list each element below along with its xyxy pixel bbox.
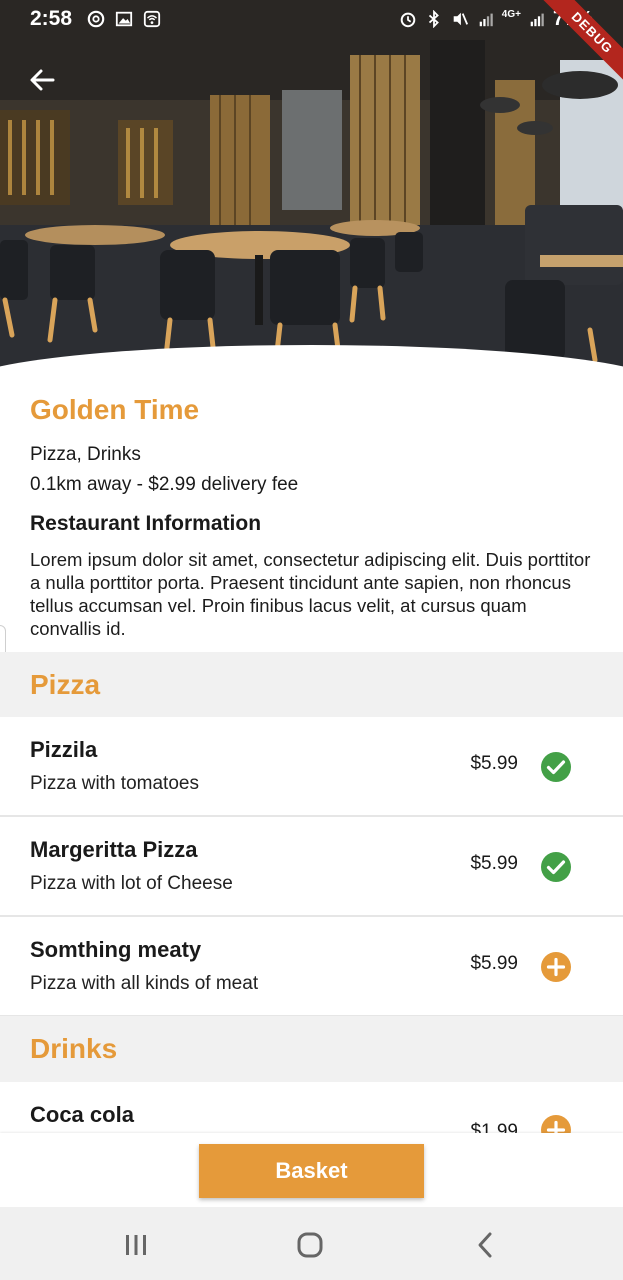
- distance-delivery-fee: 0.1km away - $2.99 delivery fee: [30, 474, 299, 495]
- home-icon: [297, 1232, 323, 1258]
- menu-item-description: Pizza with lot of Cheese: [30, 873, 233, 894]
- check-circle-icon[interactable]: [540, 751, 572, 783]
- restaurant-categories: Pizza, Drinks: [30, 444, 141, 465]
- menu-item-name: Somthing meaty: [30, 937, 202, 962]
- menu-item-price: $5.99: [470, 953, 518, 974]
- status-time: 2:58: [30, 7, 73, 30]
- menu-item-description: Pizza with all kinds of meat: [30, 973, 259, 994]
- menu-item[interactable]: Somthing meaty Pizza with all kinds of m…: [0, 917, 623, 1017]
- nav-back-button[interactable]: [455, 1225, 515, 1265]
- signal-icon: [530, 13, 544, 27]
- menu-item[interactable]: Pizzila Pizza with tomatoes $5.99: [0, 717, 623, 817]
- at-sign-icon: [87, 10, 105, 28]
- add-circle-icon[interactable]: [540, 951, 572, 983]
- menu-item-price: $5.99: [470, 853, 518, 874]
- alarm-icon: [400, 12, 416, 28]
- bluetooth-icon: [428, 10, 439, 28]
- restaurant-name: Golden Time: [30, 394, 200, 425]
- back-button[interactable]: [22, 60, 62, 100]
- menu-item[interactable]: Margeritta Pizza Pizza with lot of Chees…: [0, 817, 623, 917]
- menu-item-name: Coca cola: [30, 1102, 134, 1127]
- mute-icon: [453, 12, 468, 26]
- network-type: 4G+: [501, 8, 521, 20]
- check-circle-icon[interactable]: [540, 851, 572, 883]
- menu-item-description: Pizza with tomatoes: [30, 773, 199, 794]
- home-button[interactable]: [280, 1225, 340, 1265]
- arrow-back-icon: [30, 69, 55, 91]
- restaurant-description: Lorem ipsum dolor sit amet, consectetur …: [30, 549, 591, 639]
- section-header-drinks: Drinks: [0, 1016, 623, 1082]
- recent-apps-button[interactable]: [106, 1225, 166, 1265]
- restaurant-info-heading: Restaurant Information: [30, 512, 262, 535]
- restaurant-info: Golden Time Pizza, Drinks 0.1km away - $…: [0, 378, 623, 640]
- section-header-pizza: Pizza: [0, 652, 623, 718]
- basket-button[interactable]: Basket: [199, 1144, 424, 1198]
- basket-bar: Basket: [0, 1133, 623, 1207]
- status-bar: 2:58 4G+ 77%: [0, 0, 623, 38]
- image-icon: [115, 11, 133, 27]
- menu-item-name: Pizzila: [30, 737, 98, 762]
- menu-item-name: Margeritta Pizza: [30, 837, 198, 862]
- restaurant-hero-image: [0, 0, 623, 378]
- recent-apps-icon: [126, 1235, 146, 1255]
- signal-icon: [479, 13, 493, 27]
- back-icon: [478, 1232, 492, 1258]
- menu-item-price: $5.99: [470, 753, 518, 774]
- wifi-calling-icon: [143, 10, 161, 28]
- system-navigation-bar: [0, 1207, 623, 1280]
